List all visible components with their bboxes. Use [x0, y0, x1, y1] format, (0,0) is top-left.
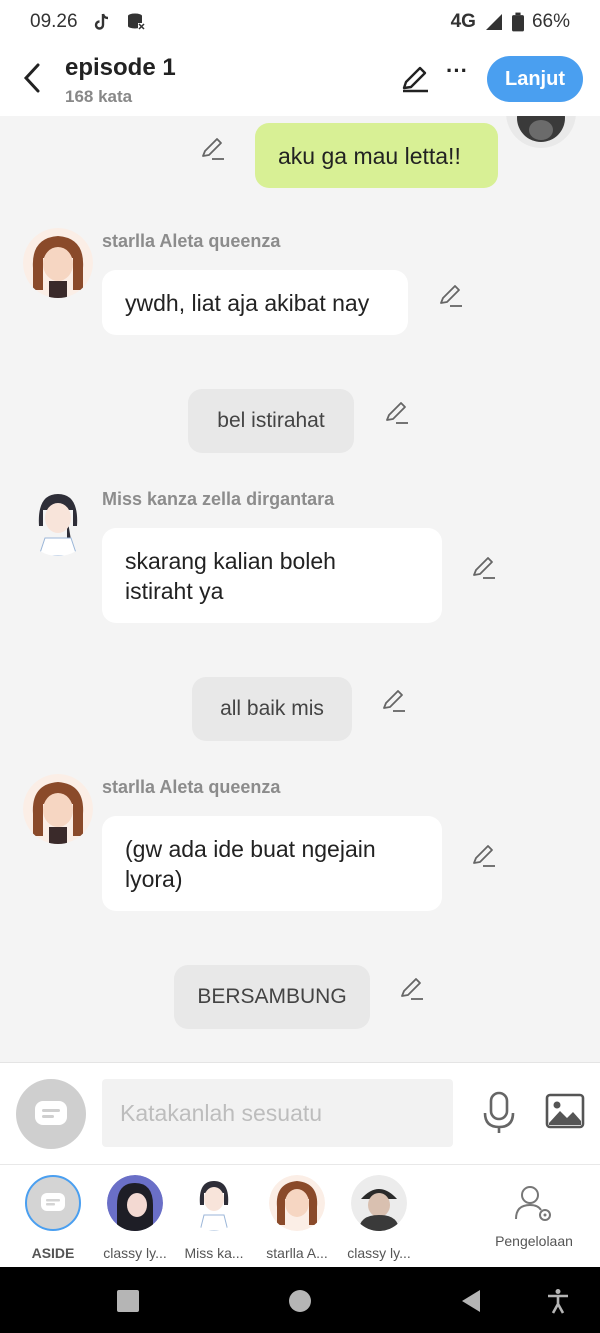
battery-label: 66%	[531, 11, 570, 32]
edit-message-pen-icon[interactable]	[200, 136, 226, 162]
back-arrow-icon[interactable]	[18, 60, 48, 96]
edit-message-pen-icon[interactable]	[381, 688, 407, 714]
character-classy-ly-2[interactable]: classy ly...	[342, 1175, 416, 1261]
miss-kanza-avatar	[186, 1175, 242, 1231]
recents-square-icon[interactable]	[115, 1288, 141, 1314]
message-line: istiraht ya	[125, 577, 224, 604]
signal-icon	[485, 14, 502, 30]
sender-name: starlla Aleta queenza	[102, 777, 281, 797]
edit-message-pen-icon[interactable]	[384, 400, 410, 426]
character-strip: ASIDE classy ly... Miss ka... starlla A.…	[0, 1164, 600, 1267]
classy-ly-avatar	[107, 1175, 163, 1231]
starlla-avatar	[269, 1175, 325, 1231]
message-bubble[interactable]: (gw ada ide buat ngejain lyora)	[102, 816, 442, 911]
message-bubble[interactable]: skarang kalian boleh istiraht ya	[102, 528, 442, 623]
battery-icon	[511, 12, 524, 32]
starlla-avatar[interactable]	[23, 228, 93, 298]
header: episode 1 168 kata ··· Lanjut	[0, 44, 600, 116]
starlla-avatar[interactable]	[23, 774, 93, 844]
edit-message-pen-icon[interactable]	[399, 976, 425, 1002]
next-button[interactable]: Lanjut	[487, 56, 583, 102]
tiktok-icon	[94, 13, 108, 30]
narration-bubble[interactable]: all baik mis	[192, 677, 352, 741]
edit-message-pen-icon[interactable]	[471, 555, 497, 581]
character-starlla[interactable]: starlla A...	[260, 1175, 334, 1261]
my-message-bubble[interactable]: aku ga mau letta!!	[255, 123, 498, 188]
character-label: classy ly...	[103, 1245, 167, 1261]
status-bar: 09.26 4G 66%	[0, 0, 600, 44]
my-avatar[interactable]	[506, 116, 576, 148]
character-label: classy ly...	[347, 1245, 411, 1261]
aside-avatar	[25, 1175, 81, 1231]
home-circle-icon[interactable]	[287, 1288, 313, 1314]
word-count: 168 kata	[65, 87, 133, 106]
character-label: Pengelolaan	[495, 1233, 573, 1249]
system-navigation-bar	[0, 1267, 600, 1333]
chat-bubble-icon	[35, 1101, 67, 1125]
manage-characters-button[interactable]: Pengelolaan	[490, 1175, 578, 1249]
microphone-icon[interactable]	[480, 1091, 518, 1135]
input-bar	[0, 1062, 600, 1164]
narration-bubble[interactable]: BERSAMBUNG	[174, 965, 370, 1029]
back-triangle-icon[interactable]	[458, 1288, 484, 1314]
episode-title: episode 1	[65, 54, 176, 81]
character-label: ASIDE	[31, 1245, 75, 1261]
edit-message-pen-icon[interactable]	[438, 283, 464, 309]
message-line: skarang kalian boleh	[125, 547, 336, 574]
edit-title-pen-icon[interactable]	[400, 64, 430, 94]
manage-user-icon	[515, 1186, 551, 1221]
accessibility-icon[interactable]	[545, 1288, 571, 1314]
character-label: starlla A...	[266, 1245, 328, 1261]
narration-bubble[interactable]: bel istirahat	[188, 389, 354, 453]
character-classy-ly-1[interactable]: classy ly...	[98, 1175, 172, 1261]
message-line: (gw ada ide buat ngejain	[125, 835, 376, 862]
status-time: 09.26	[30, 11, 78, 32]
message-bubble[interactable]: ywdh, liat aja akibat nay	[102, 270, 408, 335]
character-miss-kanza[interactable]: Miss ka...	[177, 1175, 251, 1261]
edit-message-pen-icon[interactable]	[471, 843, 497, 869]
chat-bubble-icon	[41, 1193, 65, 1211]
classy-ly-avatar	[351, 1175, 407, 1231]
network-label: 4G	[450, 11, 476, 32]
chat-area[interactable]: aku ga mau letta!! starlla Aleta queenza…	[0, 116, 600, 1062]
aside-toggle-button[interactable]	[16, 1079, 86, 1149]
more-options-icon[interactable]: ···	[442, 58, 472, 88]
sender-name: Miss kanza zella dirgantara	[102, 489, 335, 509]
message-input[interactable]	[102, 1079, 453, 1147]
character-label: Miss ka...	[184, 1245, 244, 1261]
image-icon[interactable]	[545, 1093, 585, 1131]
message-line: lyora)	[125, 865, 183, 892]
storage-icon	[127, 13, 145, 30]
character-aside[interactable]: ASIDE	[16, 1175, 90, 1261]
miss-kanza-avatar[interactable]	[23, 486, 93, 556]
sender-name: starlla Aleta queenza	[102, 231, 281, 251]
